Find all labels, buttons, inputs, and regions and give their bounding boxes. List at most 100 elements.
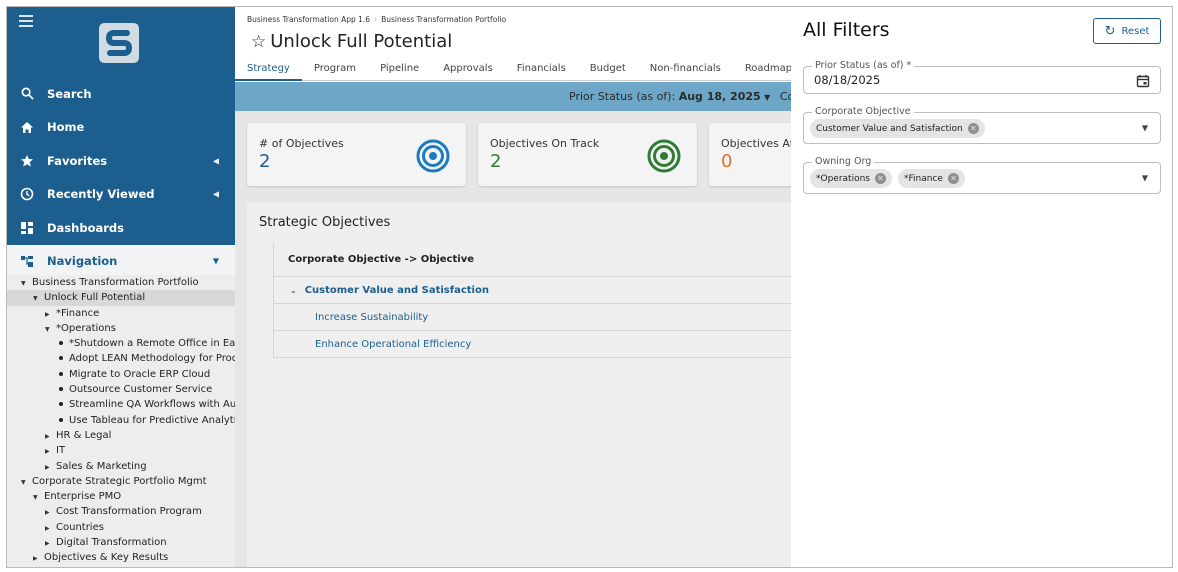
caret-right-icon[interactable]: ▶ xyxy=(45,505,56,519)
bullet-icon xyxy=(59,417,63,422)
dashboard-icon xyxy=(19,220,35,236)
caret-right-icon[interactable]: ▶ xyxy=(45,536,56,550)
dropdown-arrow-icon[interactable]: ▼ xyxy=(1142,174,1148,183)
caret-right-icon[interactable]: ▶ xyxy=(45,429,56,443)
caret-right-icon[interactable]: ▶ xyxy=(45,460,56,474)
tree-leaf[interactable]: *Shutdown a Remote Office in Eac... xyxy=(7,336,235,351)
tab-non-financials[interactable]: Non-financials xyxy=(638,59,733,81)
tree-node[interactable]: ▶ IT xyxy=(7,443,235,458)
caret-right-icon[interactable]: ▶ xyxy=(45,521,56,535)
breadcrumb-portfolio[interactable]: Business Transformation Portfolio xyxy=(381,15,506,24)
objective-link[interactable]: Enhance Operational Efficiency xyxy=(315,339,471,350)
expand-left-icon[interactable]: ◀ xyxy=(213,190,219,199)
filter-chip[interactable]: *Operations ✕ xyxy=(810,169,892,188)
tab-program[interactable]: Program xyxy=(302,59,368,81)
metric-card-on-track[interactable]: Objectives On Track 2 xyxy=(478,123,697,186)
metric-value: 2 xyxy=(259,151,271,172)
tab-budget[interactable]: Budget xyxy=(578,59,638,81)
tab-strategy[interactable]: Strategy xyxy=(235,59,302,81)
table-group-row[interactable]: ⌄ Customer Value and Satisfaction xyxy=(273,277,791,304)
navigation-icon xyxy=(19,253,35,269)
chevron-down-icon[interactable]: ⌄ xyxy=(290,286,297,295)
caret-right-icon[interactable]: ▶ xyxy=(33,551,44,565)
caret-right-icon[interactable]: ▶ xyxy=(45,307,56,321)
home-icon xyxy=(19,119,35,135)
breadcrumb-app[interactable]: Business Transformation App 1.6 xyxy=(247,15,370,24)
reset-button[interactable]: ↻ Reset xyxy=(1093,18,1161,44)
table-row[interactable]: Increase Sustainability xyxy=(273,304,791,331)
tree-leaf[interactable]: Outsource Customer Service xyxy=(7,382,235,397)
tree-node[interactable]: ▼ Corporate Strategic Portfolio Mgmt xyxy=(7,474,235,489)
reset-label: Reset xyxy=(1121,25,1150,37)
chip-list: Customer Value and Satisfaction ✕ xyxy=(810,119,991,138)
main-content: Business Transformation App 1.6 › Business… xyxy=(235,7,791,567)
tab-roadmap[interactable]: Roadmap xyxy=(733,59,791,81)
dropdown-arrow-icon[interactable]: ▼ xyxy=(1142,124,1148,133)
tree-node[interactable]: ▼ *Operations xyxy=(7,321,235,336)
caret-down-icon[interactable]: ▼ xyxy=(21,276,32,290)
owning-org-field[interactable]: Owning Org *Operations ✕ *Finance ✕ ▼ xyxy=(803,156,1161,194)
corporate-objective-field[interactable]: Corporate Objective Customer Value and S… xyxy=(803,106,1161,144)
remove-chip-icon[interactable]: ✕ xyxy=(947,173,959,184)
nav-dashboards[interactable]: Dashboards xyxy=(7,211,235,245)
nav-favorites[interactable]: Favorites ◀ xyxy=(7,144,235,178)
bullet-icon xyxy=(59,371,63,376)
nav-recently-viewed[interactable]: Recently Viewed ◀ xyxy=(7,178,235,212)
caret-right-icon[interactable]: ▶ xyxy=(45,444,56,458)
nav-navigation[interactable]: Navigation ▼ xyxy=(7,244,235,277)
tree-node[interactable]: ▶ Sales & Marketing xyxy=(7,459,235,474)
tab-bar: Strategy Program Pipeline Approvals Fina… xyxy=(235,59,791,81)
expand-left-icon[interactable]: ◀ xyxy=(213,156,219,165)
breadcrumb-separator: › xyxy=(374,15,378,24)
tree-leaf[interactable]: Use Tableau for Predictive Analytics xyxy=(7,413,235,428)
tree-node[interactable]: ▶ Countries xyxy=(7,520,235,535)
status-prefix: Prior Status (as of): xyxy=(569,90,679,103)
table-header: Corporate Objective -> Objective xyxy=(273,243,791,277)
remove-chip-icon[interactable]: ✕ xyxy=(874,173,886,184)
favorite-star-icon[interactable]: ☆ xyxy=(251,32,266,52)
reset-icon: ↻ xyxy=(1104,23,1116,39)
tree-node-selected[interactable]: ▼ Unlock Full Potential xyxy=(7,290,235,306)
tree-leaf[interactable]: Streamline QA Workflows with Aut... xyxy=(7,397,235,412)
remove-chip-icon[interactable]: ✕ xyxy=(967,123,979,134)
strategic-objectives-panel: Strategic Objectives Corporate Objective… xyxy=(247,203,791,567)
metric-card-objectives[interactable]: # of Objectives 2 xyxy=(247,123,466,186)
nav-search[interactable]: Search xyxy=(7,77,235,111)
tab-approvals[interactable]: Approvals xyxy=(431,59,505,81)
tab-pipeline[interactable]: Pipeline xyxy=(368,59,431,81)
status-filter-text[interactable]: Prior Status (as of): Aug 18, 2025 ▼ Cor… xyxy=(569,90,791,103)
caret-down-icon[interactable]: ▼ xyxy=(45,322,56,336)
nav-home[interactable]: Home xyxy=(7,111,235,145)
nav-label: Search xyxy=(47,86,92,101)
tree-node[interactable]: ▶ Digital Transformation xyxy=(7,535,235,550)
app-logo xyxy=(99,23,139,63)
menu-icon[interactable] xyxy=(19,15,33,27)
caret-down-icon[interactable]: ▼ xyxy=(21,475,32,489)
tree-node[interactable]: ▼ Business Transformation Portfolio xyxy=(7,275,235,290)
group-label: Customer Value and Satisfaction xyxy=(304,284,489,296)
calendar-icon[interactable] xyxy=(1136,74,1150,88)
chevron-down-icon[interactable]: ▼ xyxy=(213,256,219,265)
tree-node[interactable]: ▶ HR & Legal xyxy=(7,428,235,443)
metric-value: 0 xyxy=(721,151,733,172)
tree-node[interactable]: ▼ Enterprise PMO xyxy=(7,489,235,504)
filter-chip[interactable]: Customer Value and Satisfaction ✕ xyxy=(810,119,985,138)
tree-node[interactable]: ▶ Objectives & Key Results xyxy=(7,550,235,565)
objective-link[interactable]: Increase Sustainability xyxy=(315,312,428,323)
metric-card-at-risk[interactable]: Objectives At 0 xyxy=(709,123,791,186)
prior-status-field[interactable]: Prior Status (as of) * 08/18/2025 xyxy=(803,60,1161,94)
tree-leaf[interactable]: Adopt LEAN Methodology for Prod... xyxy=(7,351,235,366)
caret-down-icon[interactable]: ▼ xyxy=(764,93,770,102)
filter-chip[interactable]: *Finance ✕ xyxy=(897,169,965,188)
column-header[interactable]: Corporate Objective -> Objective xyxy=(288,254,474,265)
caret-down-icon[interactable]: ▼ xyxy=(33,291,44,305)
table-row[interactable]: Enhance Operational Efficiency xyxy=(273,331,791,358)
tree-leaf[interactable]: Migrate to Oracle ERP Cloud xyxy=(7,367,235,382)
tab-financials[interactable]: Financials xyxy=(505,59,578,81)
tree-node[interactable]: ▶ *Finance xyxy=(7,306,235,321)
tree-node[interactable]: ▶ Cost Transformation Program xyxy=(7,504,235,519)
prior-status-value[interactable]: 08/18/2025 xyxy=(814,73,880,87)
bullet-icon xyxy=(59,387,63,392)
caret-down-icon[interactable]: ▼ xyxy=(33,490,44,504)
status-suffix: Corpo xyxy=(779,90,791,103)
